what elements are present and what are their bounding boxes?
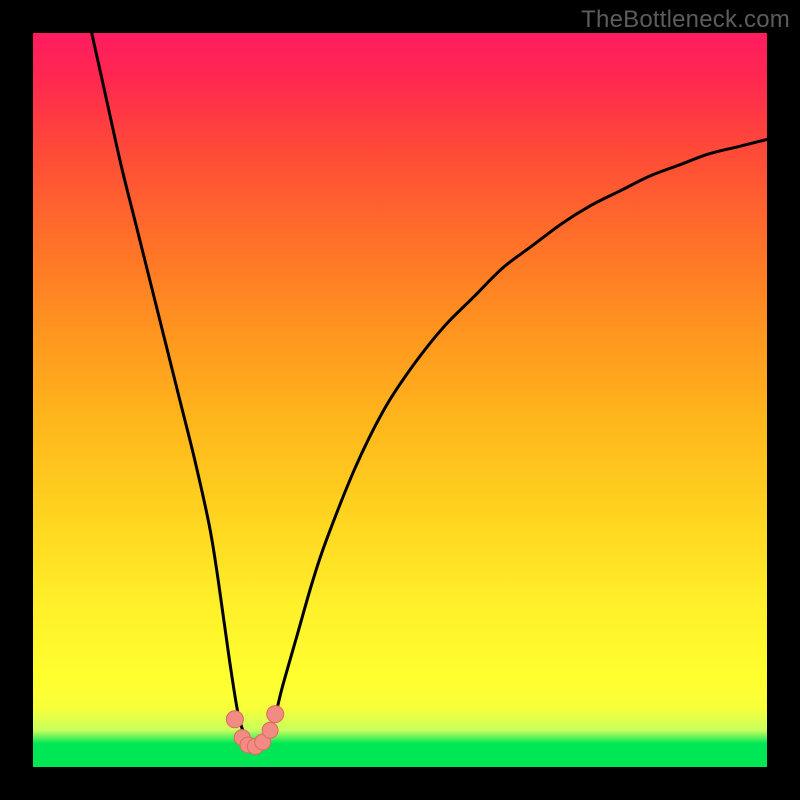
valley-marker	[226, 711, 243, 728]
valley-marker	[262, 722, 278, 738]
curve-svg	[33, 33, 767, 767]
plot-area	[33, 33, 767, 767]
valley-markers	[226, 706, 283, 755]
bottleneck-curve	[92, 33, 767, 746]
chart-frame: TheBottleneck.com	[0, 0, 800, 800]
watermark-text: TheBottleneck.com	[581, 6, 790, 34]
valley-marker	[267, 706, 284, 723]
